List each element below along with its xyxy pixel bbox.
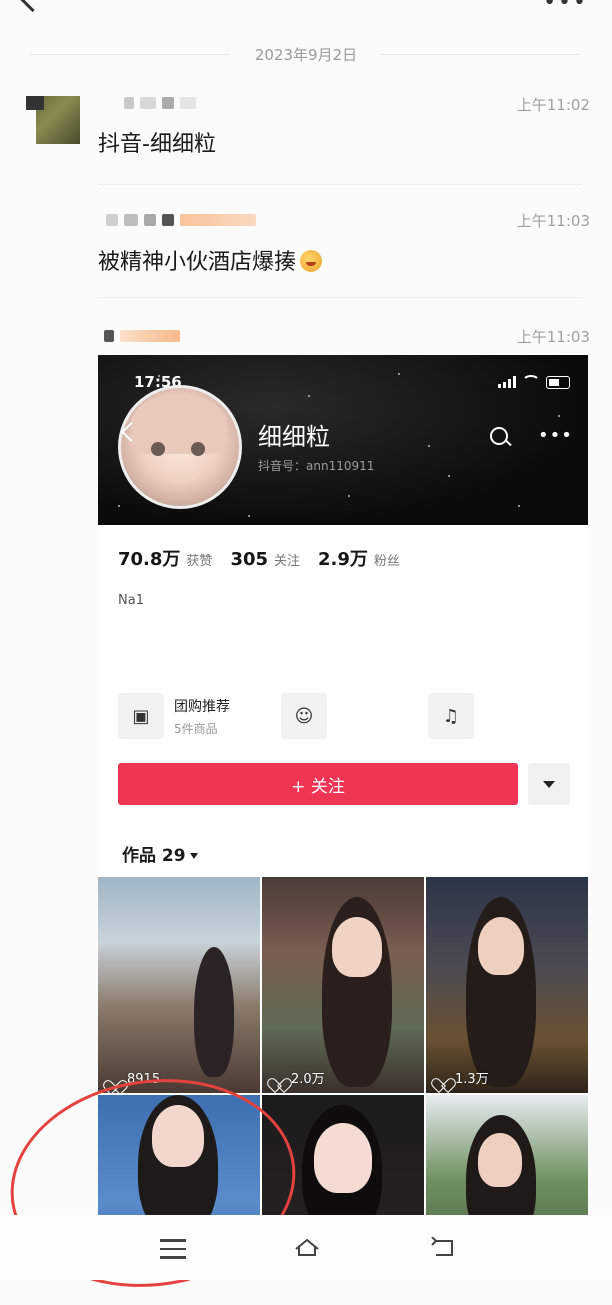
home-icon[interactable]: [294, 1237, 320, 1257]
back-chevron-icon[interactable]: [14, 0, 51, 13]
sender-name-blurred: [104, 330, 180, 342]
sender-name-blurred: [106, 214, 256, 226]
video-thumbnail[interactable]: 8915: [98, 877, 260, 1093]
grinning-emoji-icon: [300, 250, 323, 272]
music-button[interactable]: ♫: [428, 693, 474, 739]
status-bar-icons: [498, 375, 570, 389]
back-arrow-icon[interactable]: [430, 1237, 458, 1259]
search-icon[interactable]: [490, 427, 508, 445]
signal-icon: [498, 376, 516, 388]
user-group-button[interactable]: ☺: [281, 693, 327, 739]
profile-avatar[interactable]: [118, 385, 242, 509]
following-stat[interactable]: 305 关注: [230, 549, 300, 570]
chat-date: 2023年9月2日: [254, 46, 358, 64]
group-buy-title: 团购推荐: [174, 698, 230, 715]
message-text[interactable]: 抖音-细细粒: [98, 126, 216, 158]
works-tab-label: 作品 29: [122, 846, 186, 866]
video-thumbnail[interactable]: 2.0万: [262, 877, 424, 1093]
shop-bag-icon: ▣: [118, 693, 164, 739]
user-group-icon: ☺: [281, 693, 327, 739]
group-buy-card[interactable]: ▣ 团购推荐 5件商品: [118, 693, 230, 739]
message-time: 上午11:03: [516, 328, 590, 346]
profile-name: 细细粒: [258, 423, 330, 451]
works-tab[interactable]: 作品 29: [122, 841, 198, 866]
sender-avatar[interactable]: [26, 96, 80, 144]
message-separator: [98, 184, 582, 185]
profile-stats: 70.8万 获赞 305 关注 2.9万 粉丝: [118, 545, 400, 571]
music-note-icon: ♫: [428, 693, 474, 739]
heart-icon: [436, 1072, 450, 1084]
douyin-id: 抖音号：ann110911: [258, 459, 375, 473]
battery-icon: [546, 375, 570, 389]
video-likes: 1.3万: [436, 1068, 489, 1087]
sender-name-blurred: [124, 97, 196, 109]
message-text-content: 被精神小伙酒店爆揍: [98, 250, 297, 275]
group-buy-subtitle: 5件商品: [174, 721, 218, 736]
message-time: 上午11:02: [516, 96, 590, 114]
video-thumbnail[interactable]: [426, 1095, 588, 1215]
more-options-icon[interactable]: •••: [543, 0, 588, 15]
menu-icon[interactable]: [160, 1239, 186, 1265]
chevron-down-icon: [543, 780, 555, 788]
likes-stat[interactable]: 70.8万 获赞: [118, 545, 212, 571]
video-thumbnail[interactable]: 1.3万: [426, 877, 588, 1093]
follow-button[interactable]: + 关注: [118, 763, 518, 805]
wifi-icon: [522, 375, 540, 389]
more-icon[interactable]: •••: [538, 425, 573, 446]
followers-stat[interactable]: 2.9万 粉丝: [318, 545, 400, 571]
message-time: 上午11:03: [516, 212, 590, 230]
dropdown-arrow-icon: [189, 853, 198, 859]
more-dropdown-button[interactable]: [528, 763, 570, 805]
message-separator: [98, 297, 582, 298]
system-navigation-bar: [0, 1215, 612, 1280]
heart-icon: [272, 1072, 286, 1084]
message-text[interactable]: 被精神小伙酒店爆揍: [98, 244, 323, 276]
profile-bio: Na1: [118, 593, 144, 608]
video-likes: 2.0万: [272, 1068, 325, 1087]
